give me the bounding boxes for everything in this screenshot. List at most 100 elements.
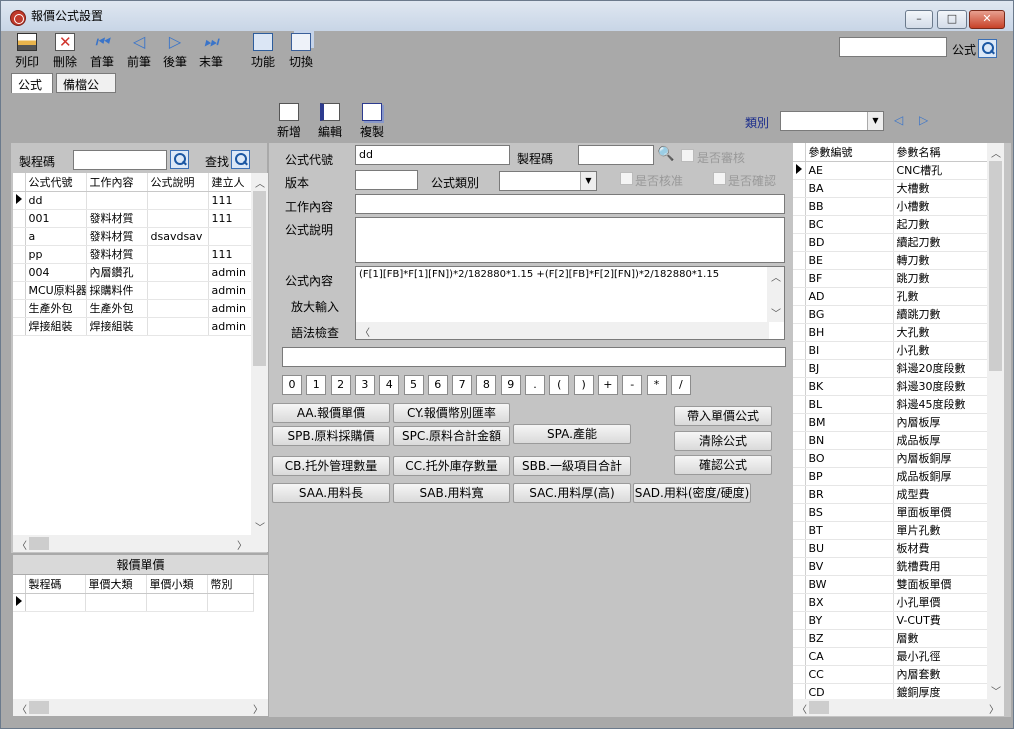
table-cell[interactable]: 小孔單價	[893, 593, 987, 612]
table-cell[interactable]: BM	[805, 413, 894, 432]
scroll-right-icon[interactable]: 〉	[989, 701, 999, 716]
process-code-filter[interactable]	[73, 150, 167, 170]
col-work-content[interactable]: 工作內容	[86, 173, 148, 192]
table-row[interactable]: BC 起刀數	[793, 215, 987, 234]
table-cell[interactable]: 單片孔數	[893, 521, 987, 540]
hscroll-thumb[interactable]	[29, 701, 49, 714]
table-cell[interactable]	[147, 317, 209, 336]
last-record-button[interactable]: ⏭ 末筆	[191, 31, 231, 70]
table-cell[interactable]: admin	[208, 281, 251, 300]
content-hscroll[interactable]: 〈	[356, 322, 769, 339]
col-price-process[interactable]: 製程碼	[25, 575, 86, 594]
table-cell[interactable]: BY	[805, 611, 894, 630]
table-cell[interactable]: dd	[25, 191, 87, 210]
table-cell[interactable]: CD	[805, 683, 894, 699]
table-row[interactable]: MCU原料器 採購料件 admin	[13, 281, 251, 300]
formula-code-input[interactable]: dd	[355, 145, 510, 165]
table-cell[interactable]: 孔數	[893, 287, 987, 306]
table-cell[interactable]: BN	[805, 431, 894, 450]
syntax-check-button[interactable]: 語法檢查	[291, 324, 339, 341]
table-cell[interactable]: BH	[805, 323, 894, 342]
table-cell[interactable]: 生產外包	[86, 299, 148, 318]
table-cell[interactable]: admin	[208, 317, 251, 336]
table-cell[interactable]: BP	[805, 467, 894, 486]
scroll-down-icon[interactable]: ﹀	[771, 305, 781, 320]
category-prev-icon[interactable]: ◁	[894, 111, 903, 129]
table-cell[interactable]	[208, 227, 251, 246]
scroll-thumb[interactable]	[253, 191, 266, 366]
table-row[interactable]: BB 小槽數	[793, 197, 987, 216]
table-cell[interactable]: 小孔數	[893, 341, 987, 360]
table-row[interactable]: a 發料材質 dsavdsav	[13, 227, 251, 246]
table-cell[interactable]: BG	[805, 305, 894, 324]
table-cell[interactable]: 銑槽費用	[893, 557, 987, 576]
table-row[interactable]: BT 單片孔數	[793, 521, 987, 540]
col-creator[interactable]: 建立人	[208, 173, 251, 192]
table-cell[interactable]: CA	[805, 647, 894, 666]
col-formula-code[interactable]: 公式代號	[25, 173, 87, 192]
col-price-major[interactable]: 單價大類	[85, 575, 147, 594]
formula-search-input[interactable]	[839, 37, 947, 57]
table-row[interactable]: BS 單面板單價	[793, 503, 987, 522]
table-cell[interactable]: 跳刀數	[893, 269, 987, 288]
table-row[interactable]: BR 成型費	[793, 485, 987, 504]
keypad-key[interactable]: 8	[476, 375, 497, 395]
table-cell[interactable]: BS	[805, 503, 894, 522]
table-cell[interactable]: 111	[208, 245, 251, 264]
table-cell[interactable]: BW	[805, 575, 894, 594]
version-input[interactable]	[355, 170, 418, 190]
table-row[interactable]: BH 大孔數	[793, 323, 987, 342]
bring-price-formula-button[interactable]: 帶入單價公式	[674, 406, 772, 426]
table-cell[interactable]: 起刀數	[893, 215, 987, 234]
table-cell[interactable]: dsavdsav	[147, 227, 209, 246]
scroll-thumb[interactable]	[989, 161, 1002, 371]
close-button[interactable]: ✕	[969, 10, 1005, 29]
table-row[interactable]: AD 孔數	[793, 287, 987, 306]
price-grid-hscroll[interactable]: 〈 〉	[13, 699, 268, 716]
first-record-button[interactable]: ⏮ 首筆	[82, 31, 122, 70]
table-cell[interactable]: a	[25, 227, 87, 246]
delete-button[interactable]: 刪除	[45, 31, 85, 70]
param-spc-button[interactable]: SPC.原料合計金額	[393, 426, 510, 446]
table-cell[interactable]: 生產外包	[25, 299, 87, 318]
formula-search-icon[interactable]	[978, 39, 997, 58]
formula-content-input[interactable]: (F[1][FB]*F[1][FN])*2/182880*1.15 +(F[2]…	[355, 266, 785, 340]
param-cc-button[interactable]: CC.托外庫存數量	[393, 456, 510, 476]
table-row[interactable]: BP 成品板銅厚	[793, 467, 987, 486]
table-cell[interactable]: BX	[805, 593, 894, 612]
parameter-grid-hscroll[interactable]: 〈 〉	[793, 699, 1004, 716]
table-cell[interactable]: 採購料件	[86, 281, 148, 300]
table-row[interactable]: BM 內層板厚	[793, 413, 987, 432]
formula-grid-hscroll[interactable]: 〈 〉	[13, 535, 268, 552]
table-row[interactable]: BO 內層板銅厚	[793, 449, 987, 468]
table-cell[interactable]: BL	[805, 395, 894, 414]
table-cell[interactable]: 小槽數	[893, 197, 987, 216]
table-row[interactable]: dd 111	[13, 191, 251, 210]
table-cell[interactable]: 成型費	[893, 485, 987, 504]
category-select[interactable]: ▼	[780, 111, 884, 131]
table-row[interactable]: BX 小孔單價	[793, 593, 987, 612]
table-cell[interactable]: 焊接組裝	[86, 317, 148, 336]
table-row[interactable]: AE CNC槽孔	[793, 161, 987, 180]
scroll-left-icon[interactable]: 〈	[797, 701, 807, 716]
col-formula-desc[interactable]: 公式說明	[147, 173, 209, 192]
keypad-key[interactable]: 7	[452, 375, 473, 395]
table-cell[interactable]: BD	[805, 233, 894, 252]
category-next-icon[interactable]: ▷	[919, 111, 928, 129]
table-row[interactable]: 生產外包 生產外包 admin	[13, 299, 251, 318]
table-cell[interactable]: 大槽數	[893, 179, 987, 198]
table-cell[interactable]: 111	[208, 191, 251, 210]
table-cell[interactable]: 轉刀數	[893, 251, 987, 270]
keypad-key[interactable]: /	[670, 375, 691, 395]
clear-formula-button[interactable]: 清除公式	[674, 431, 772, 451]
param-cb-button[interactable]: CB.托外管理數量	[272, 456, 390, 476]
table-cell[interactable]	[147, 191, 209, 210]
scroll-down-icon[interactable]: ﹀	[991, 683, 1001, 698]
table-cell[interactable]: 發料材質	[86, 245, 148, 264]
prev-record-button[interactable]: ◁ 前筆	[119, 31, 159, 70]
table-cell[interactable]: 焊接組裝	[25, 317, 87, 336]
table-cell[interactable]: pp	[25, 245, 87, 264]
table-row[interactable]: BA 大槽數	[793, 179, 987, 198]
table-cell[interactable]: BE	[805, 251, 894, 270]
keypad-key[interactable]: 3	[354, 375, 375, 395]
